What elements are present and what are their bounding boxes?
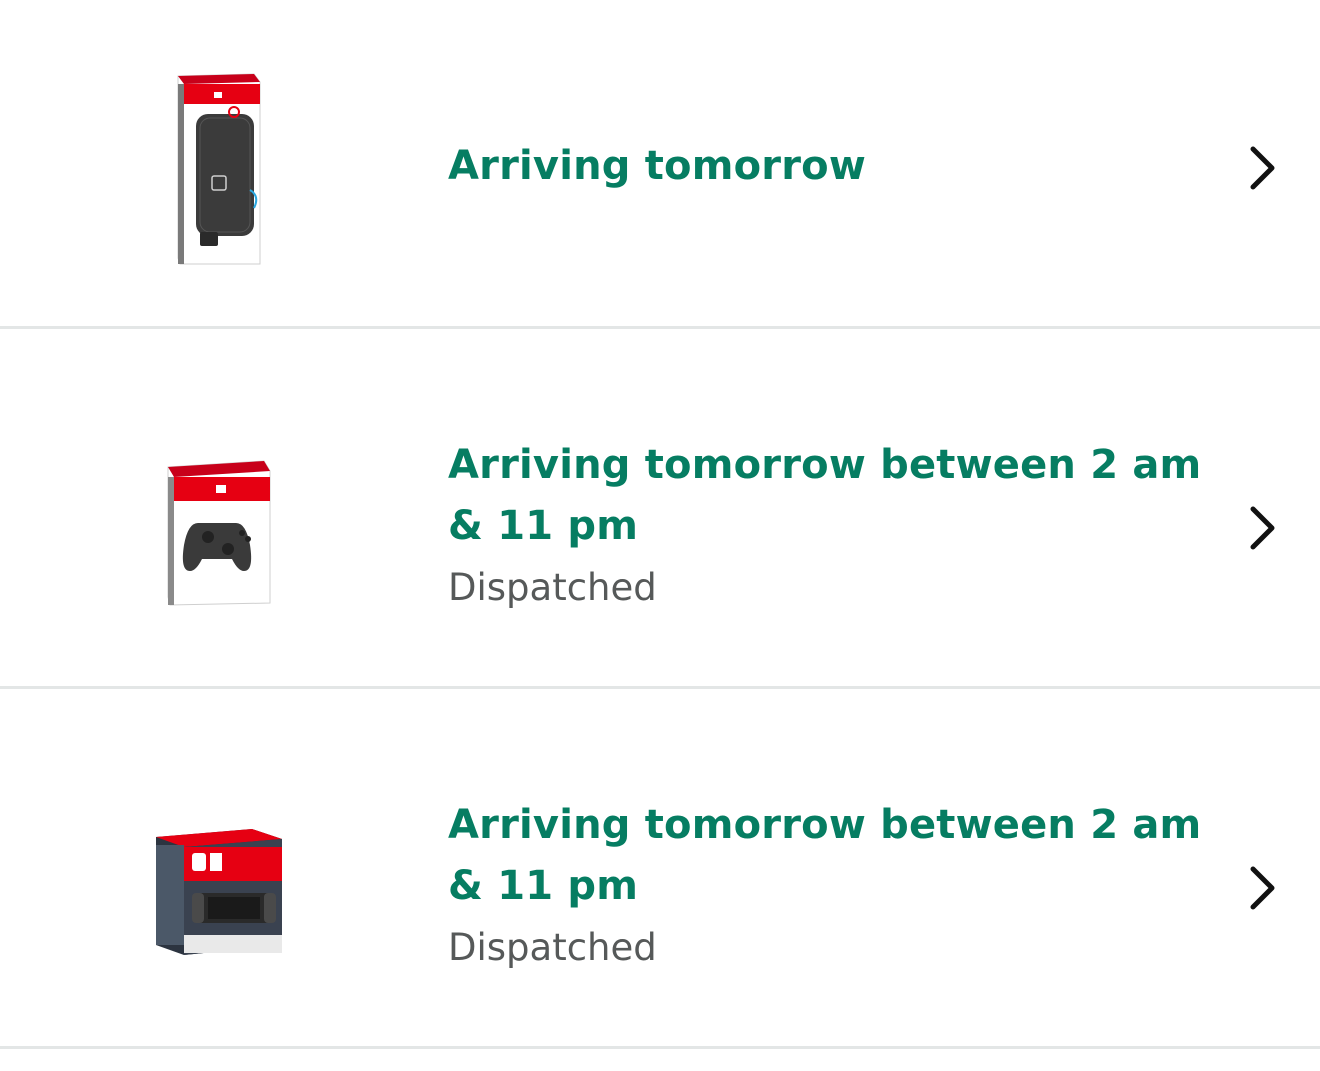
delivery-status-title: Arriving tomorrow between 2 am & 11 pm <box>448 802 1202 909</box>
controller-box-icon <box>164 457 274 607</box>
order-status-3: Arriving tomorrow between 2 am & 11 pm D… <box>448 795 1218 973</box>
order-status-2: Arriving tomorrow between 2 am & 11 pm D… <box>448 435 1218 613</box>
order-status-1: Arriving tomorrow <box>448 136 1218 197</box>
delivery-status-title: Arriving tomorrow between 2 am & 11 pm <box>448 442 1202 549</box>
shipment-status: Dispatched <box>448 926 657 969</box>
row-divider <box>0 1046 1320 1049</box>
order-row-3[interactable]: Arriving tomorrow between 2 am & 11 pm D… <box>0 689 1320 1046</box>
carrying-case-box-icon <box>172 72 264 266</box>
chevron-right-icon[interactable] <box>1244 865 1280 911</box>
chevron-right-icon[interactable] <box>1244 505 1280 551</box>
delivery-status-title: Arriving tomorrow <box>448 143 866 189</box>
order-row-1[interactable]: Arriving tomorrow <box>0 0 1320 326</box>
shipment-status: Dispatched <box>448 566 657 609</box>
chevron-right-icon[interactable] <box>1244 145 1280 191</box>
console-box-icon <box>152 825 286 957</box>
order-row-2[interactable]: Arriving tomorrow between 2 am & 11 pm D… <box>0 329 1320 686</box>
